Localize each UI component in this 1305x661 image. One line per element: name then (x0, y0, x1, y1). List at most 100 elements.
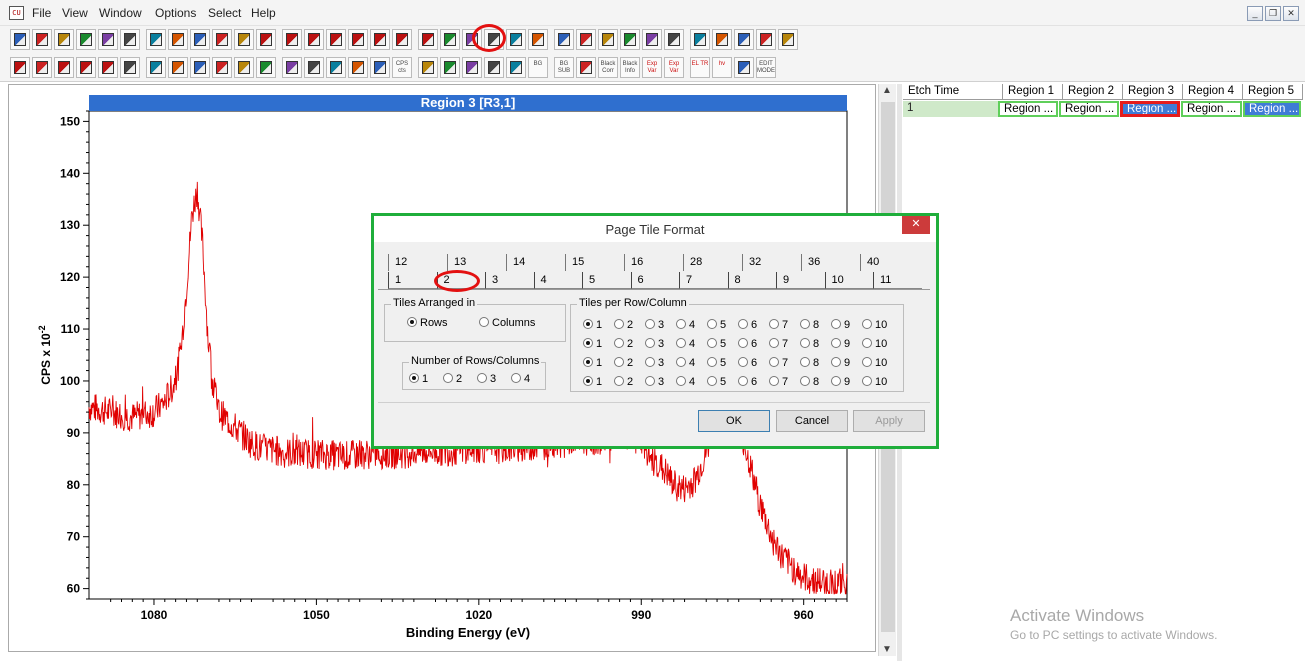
tiles-per-radio-4[interactable]: 4 (676, 357, 695, 369)
color-bar-icon[interactable] (76, 57, 96, 78)
open-icon[interactable] (32, 29, 52, 50)
number-radio-3[interactable]: 3 (477, 373, 496, 385)
tab-10[interactable]: 10 (824, 272, 873, 289)
tiles-per-radio-4[interactable]: 4 (676, 338, 695, 350)
tiles-per-radio-3[interactable]: 3 (645, 357, 664, 369)
tiles-per-radio-2[interactable]: 2 (614, 376, 633, 388)
black-corr-icon[interactable]: Black Corr (598, 57, 618, 78)
tab-32[interactable]: 32 (742, 254, 801, 271)
grid-cell-region-2[interactable]: Region ... (1059, 101, 1119, 117)
graph-icon[interactable] (440, 57, 460, 78)
grid-header-region-5[interactable]: Region 5 (1243, 84, 1303, 100)
radio-rows[interactable]: Rows (407, 317, 448, 329)
shift-inward-icon[interactable] (190, 57, 210, 78)
black-info-icon[interactable]: Black Info (620, 57, 640, 78)
el-tr-icon[interactable]: EL TR (690, 57, 710, 78)
briefcase-icon[interactable] (690, 29, 710, 50)
tab-11[interactable]: 11 (873, 272, 922, 289)
bar-icon[interactable] (462, 57, 482, 78)
grid-header-region-3[interactable]: Region 3 (1123, 84, 1183, 100)
tab-7[interactable]: 7 (679, 272, 728, 289)
dataset-icon[interactable] (598, 29, 618, 50)
save-red-8-icon[interactable] (418, 29, 438, 50)
select-all-icon[interactable] (10, 57, 30, 78)
tab-6[interactable]: 6 (630, 272, 679, 289)
cps-mode-icon[interactable]: CPS cts (392, 57, 412, 78)
tiles-per-radio-4[interactable]: 4 (676, 319, 695, 331)
chart-line-icon[interactable] (506, 57, 526, 78)
number-radio-1[interactable]: 1 (409, 373, 428, 385)
tiles-per-radio-8[interactable]: 8 (800, 338, 819, 350)
spectrum-icon[interactable] (528, 29, 548, 50)
tiles-per-radio-9[interactable]: 9 (831, 338, 850, 350)
tiles-per-radio-1[interactable]: 1 (583, 319, 602, 331)
peak-fit-icon[interactable] (576, 57, 596, 78)
tiles-per-radio-6[interactable]: 6 (738, 319, 757, 331)
tab-14[interactable]: 14 (506, 254, 565, 271)
save-red-2-icon[interactable] (282, 29, 302, 50)
page-icon[interactable] (212, 29, 232, 50)
tiles-per-radio-8[interactable]: 8 (800, 357, 819, 369)
tab-5[interactable]: 5 (582, 272, 631, 289)
curve-fit-icon[interactable] (418, 57, 438, 78)
scroll-down-icon[interactable]: ▼ (882, 644, 892, 655)
tile-view-icon[interactable] (506, 29, 526, 50)
dialog-close-button[interactable]: ✕ (902, 216, 930, 234)
save-red-5-icon[interactable] (348, 29, 368, 50)
peak-down-icon[interactable] (234, 57, 254, 78)
restore-button[interactable]: ❐ (1265, 6, 1281, 21)
grid-cell-etch-time[interactable]: 1 (903, 101, 998, 117)
tab-9[interactable]: 9 (776, 272, 825, 289)
chart-box-icon[interactable] (484, 57, 504, 78)
grid-cell-region-1[interactable]: Region ... (998, 101, 1058, 117)
menu-window[interactable]: Window (99, 6, 142, 20)
tab-1[interactable]: 1 (388, 272, 437, 289)
open-folder-icon[interactable] (54, 29, 74, 50)
grid-header-etch-time[interactable]: Etch Time (903, 84, 1003, 100)
tiles-per-radio-7[interactable]: 7 (769, 376, 788, 388)
new-icon[interactable] (10, 29, 30, 50)
save-icon[interactable] (76, 29, 96, 50)
tiles-per-radio-8[interactable]: 8 (800, 319, 819, 331)
ok-button[interactable]: OK (698, 410, 770, 432)
tiles-per-radio-5[interactable]: 5 (707, 319, 726, 331)
tiles-per-radio-1[interactable]: 1 (583, 376, 602, 388)
tab-28[interactable]: 28 (683, 254, 742, 271)
bg-icon[interactable]: BG (528, 57, 548, 78)
tab-4[interactable]: 4 (533, 272, 582, 289)
tiles-per-radio-9[interactable]: 9 (831, 376, 850, 388)
copy-2-icon[interactable] (146, 29, 166, 50)
hv-icon[interactable]: hv (712, 57, 732, 78)
tiles-per-radio-3[interactable]: 3 (645, 319, 664, 331)
tab-3[interactable]: 3 (485, 272, 534, 289)
save-as-icon[interactable] (98, 29, 118, 50)
copy-icon[interactable] (120, 29, 140, 50)
tiles-per-radio-5[interactable]: 5 (707, 376, 726, 388)
scroll-up-icon[interactable]: ▲ (882, 85, 892, 96)
save-red-7-icon[interactable] (392, 29, 412, 50)
marker-icon[interactable] (348, 57, 368, 78)
copy-view-icon[interactable] (32, 57, 52, 78)
grid-cell-region-5[interactable]: Region ... (1243, 101, 1301, 117)
grid-header-region-1[interactable]: Region 1 (1003, 84, 1063, 100)
tiles-per-radio-1[interactable]: 1 (583, 338, 602, 350)
copy-3-icon[interactable] (168, 29, 188, 50)
tab-36[interactable]: 36 (801, 254, 860, 271)
frame-icon[interactable] (98, 57, 118, 78)
tiles-per-radio-5[interactable]: 5 (707, 357, 726, 369)
shift-right-icon[interactable] (146, 57, 166, 78)
tiles-per-radio-5[interactable]: 5 (707, 338, 726, 350)
tiles-per-radio-4[interactable]: 4 (676, 376, 695, 388)
close-button[interactable]: ✕ (1283, 6, 1299, 21)
print-setup-icon[interactable] (620, 29, 640, 50)
tiles-per-radio-8[interactable]: 8 (800, 376, 819, 388)
grid-cell-region-3[interactable]: Region ... (1120, 101, 1180, 117)
peak-up-icon[interactable] (212, 57, 232, 78)
triangle-icon[interactable] (282, 57, 302, 78)
page-2-icon[interactable] (234, 29, 254, 50)
tiles-per-radio-6[interactable]: 6 (738, 376, 757, 388)
regress-icon[interactable] (370, 57, 390, 78)
tiles-per-radio-2[interactable]: 2 (614, 338, 633, 350)
tab-40[interactable]: 40 (860, 254, 919, 271)
tab-13[interactable]: 13 (447, 254, 506, 271)
